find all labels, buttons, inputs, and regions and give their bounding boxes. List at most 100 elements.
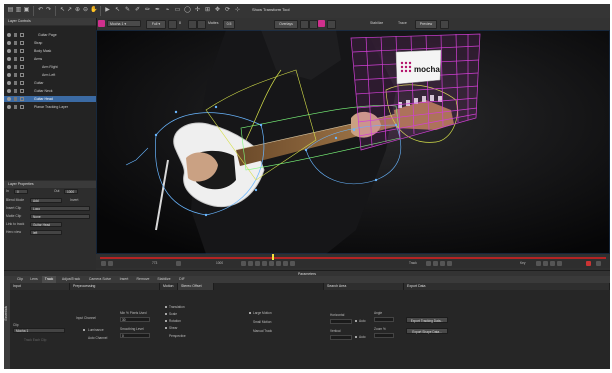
rotation-radio[interactable] (165, 320, 167, 322)
rectangle-tool-icon[interactable]: ▭ (174, 7, 181, 14)
tab-remove[interactable]: Remove (134, 276, 152, 283)
new-project-icon[interactable]: ▤ (7, 7, 14, 14)
show-transform-tool-icon[interactable]: ⊹ (234, 7, 241, 14)
step-fwd-button[interactable] (283, 261, 288, 266)
go-start-button[interactable] (241, 261, 246, 266)
visibility-icon[interactable] (7, 41, 11, 45)
in-point-button[interactable] (101, 261, 106, 266)
lock-icon[interactable] (14, 49, 17, 53)
prev-keyframe-button[interactable] (536, 261, 541, 266)
add-point-icon[interactable]: ✢ (194, 7, 201, 14)
layer-color-swatch[interactable] (20, 97, 24, 101)
lock-icon[interactable] (14, 57, 17, 61)
overlay-toggle-c[interactable] (318, 20, 325, 27)
magnetic-icon[interactable]: ⌁ (164, 7, 171, 14)
layer-row[interactable]: Arm Left (4, 72, 96, 78)
tab-lens[interactable]: Lens (28, 276, 40, 283)
open-project-icon[interactable]: ▥ (15, 7, 22, 14)
zoom-field[interactable] (374, 333, 394, 338)
stop-button[interactable] (269, 261, 274, 266)
value-b-field[interactable]: 0.5 (223, 20, 235, 29)
layer-row[interactable]: Guitar Head (4, 96, 96, 102)
layer-row[interactable]: Body Mask (4, 48, 96, 54)
spline-xspline-icon[interactable]: ✎ (124, 7, 131, 14)
select-points-icon[interactable]: ↖ (114, 7, 121, 14)
zoom-in-icon[interactable]: ⊕ (74, 7, 81, 14)
add-bezier-icon[interactable]: ✒ (154, 7, 161, 14)
large-motion-radio[interactable] (249, 312, 251, 314)
layer-row[interactable]: Planar Tracking Layer (4, 104, 96, 110)
play-button[interactable] (276, 261, 281, 266)
viewer-toggle-b[interactable] (188, 20, 197, 29)
redo-icon[interactable]: ↷ (45, 7, 52, 14)
smoothing-field[interactable]: 0 (120, 333, 150, 338)
scale-radio[interactable] (165, 313, 167, 315)
lock-icon[interactable] (14, 97, 17, 101)
save-icon[interactable]: ▣ (23, 7, 30, 14)
out-point-button[interactable] (176, 261, 181, 266)
lock-icon[interactable] (14, 73, 17, 77)
tab-camera-solve[interactable]: Camera Solve (86, 276, 114, 283)
loop-button[interactable] (596, 261, 601, 266)
record-button[interactable] (586, 261, 591, 266)
layer-color-swatch[interactable] (20, 81, 24, 85)
rotate-tool-icon[interactable]: ⟳ (224, 7, 231, 14)
track-each-clip-button[interactable]: Track Each Clip (24, 338, 46, 342)
preview-toggle[interactable] (440, 20, 449, 29)
vertical-auto-radio[interactable] (355, 336, 357, 338)
layer-row[interactable]: Strap (4, 40, 96, 46)
trace-label[interactable]: Trace (398, 21, 407, 25)
visibility-icon[interactable] (7, 49, 11, 53)
layer-row[interactable]: Arms (4, 56, 96, 62)
export-shape-button[interactable]: Export Shape Data... (406, 328, 448, 334)
next-keyframe-button[interactable] (550, 261, 555, 266)
viewer-toggle-c[interactable] (197, 20, 206, 29)
preview-button[interactable]: Preview (415, 20, 437, 29)
invert-checkbox[interactable]: Invert (70, 197, 78, 203)
angle-field[interactable] (374, 317, 394, 322)
in-field[interactable]: 0 (14, 188, 28, 194)
lock-icon[interactable] (14, 89, 17, 93)
horizontal-auto-radio[interactable] (355, 320, 357, 322)
viewer-toggle-a[interactable] (168, 20, 177, 29)
layer-color-swatch[interactable] (20, 49, 24, 53)
go-end-button[interactable] (290, 261, 295, 266)
hand-icon[interactable]: ✋ (90, 7, 97, 14)
small-motion-label[interactable]: Small Motion (253, 320, 271, 324)
layer-row[interactable]: Guitar Page (4, 32, 96, 38)
perspective-label[interactable]: Perspective (169, 334, 186, 338)
export-tracking-button[interactable]: Export Tracking Data... (406, 317, 448, 323)
layer-color-swatch[interactable] (20, 41, 24, 45)
auto-channel-label[interactable]: Auto Channel (88, 336, 107, 340)
motion-section-header[interactable]: Motion (160, 283, 178, 290)
lock-icon[interactable] (14, 65, 17, 69)
tab-insert[interactable]: Insert (116, 276, 132, 283)
blend-mode-select[interactable]: Add (30, 197, 62, 203)
overlay-toggle-a[interactable] (300, 20, 309, 29)
visibility-icon[interactable] (7, 81, 11, 85)
zoom-out-icon[interactable]: ⊖ (82, 7, 89, 14)
timeline-track[interactable] (100, 257, 606, 259)
track-fwd-button[interactable] (440, 261, 445, 266)
spline-bezier-icon[interactable]: ✐ (134, 7, 141, 14)
luminance-radio[interactable] (83, 329, 85, 331)
add-xspline-icon[interactable]: ✏ (144, 7, 151, 14)
clip-select[interactable]: Mocha 1 (13, 328, 65, 333)
overlay-toggle-b[interactable] (309, 20, 318, 29)
visibility-icon[interactable] (7, 33, 11, 37)
tab-adjusttrack[interactable]: AdjustTrack (58, 276, 84, 283)
layer-color-swatch[interactable] (20, 89, 24, 93)
lock-icon[interactable] (14, 81, 17, 85)
out-field[interactable]: 1000 (64, 188, 78, 194)
overlay-toggle-d[interactable] (327, 20, 336, 29)
range-button[interactable] (108, 261, 113, 266)
undo-icon[interactable]: ↶ (37, 7, 44, 14)
horizontal-field[interactable] (330, 319, 352, 324)
visibility-icon[interactable] (7, 65, 11, 69)
frame-fwd-icon[interactable]: ↗ (66, 7, 73, 14)
translation-radio[interactable] (165, 306, 167, 308)
frame-back-icon[interactable]: ↖ (59, 7, 66, 14)
layer-color-swatch[interactable] (20, 33, 24, 37)
min-pixels-field[interactable]: 30 (120, 317, 150, 322)
hero-view-select[interactable]: left (30, 229, 62, 235)
